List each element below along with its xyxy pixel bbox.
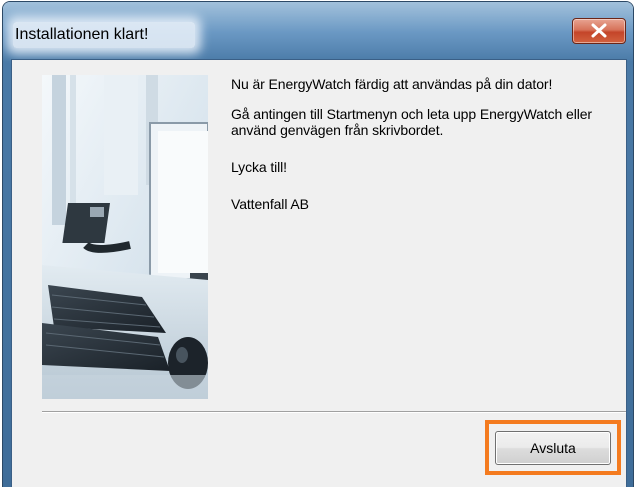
ready-message: Nu är EnergyWatch färdig att användas på…: [231, 76, 553, 92]
window-title: Installationen klart!: [13, 22, 195, 48]
good-luck-message: Lycka till!: [231, 159, 287, 175]
company-name: Vattenfall AB: [231, 196, 309, 212]
finish-button[interactable]: Avsluta: [495, 431, 611, 465]
footer-divider: [42, 411, 626, 413]
dialog-body: Nu är EnergyWatch färdig att användas på…: [11, 59, 627, 487]
message-area: Nu är EnergyWatch färdig att användas på…: [231, 76, 626, 233]
close-button[interactable]: [572, 18, 626, 44]
office-desk-illustration: [42, 75, 208, 399]
close-icon: [591, 23, 607, 38]
instruction-message: Gå antingen till Startmenyn och leta upp…: [231, 106, 592, 138]
office-desk-image: [42, 75, 208, 399]
installer-window: Installationen klart! Nu är EnergyWatch …: [3, 2, 633, 487]
